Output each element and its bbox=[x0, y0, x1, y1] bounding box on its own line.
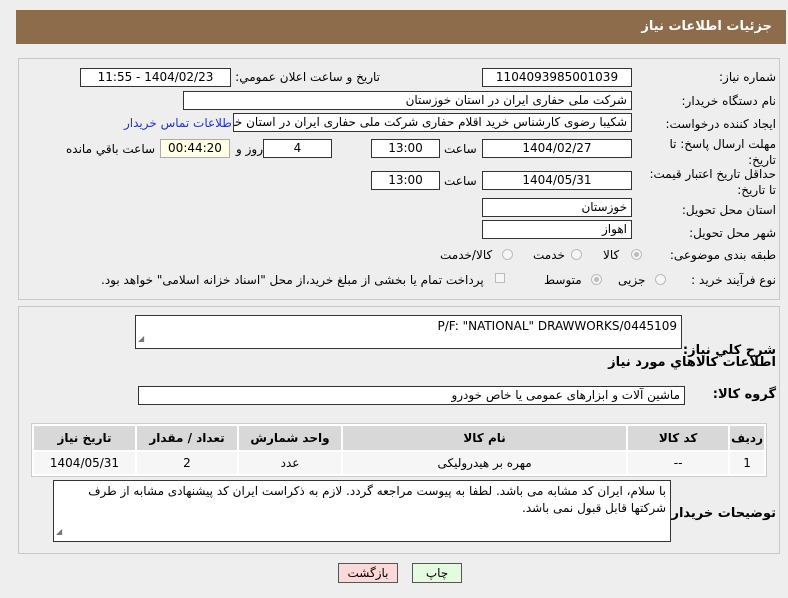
category-option-service: خدمت bbox=[533, 248, 565, 262]
days-label: روز و bbox=[236, 142, 263, 156]
process-label: نوع فرآیند خرید : bbox=[691, 273, 776, 287]
city-label: شهر محل تحویل: bbox=[689, 226, 776, 240]
category-option-both: کالا/خدمت bbox=[440, 248, 493, 262]
process-option-medium: متوسط bbox=[544, 273, 582, 287]
page-title: جزئیات اطلاعات نیاز bbox=[641, 19, 772, 34]
treasury-checkbox[interactable] bbox=[495, 273, 505, 283]
process-radio-minor[interactable] bbox=[655, 274, 666, 285]
print-button[interactable]: چاپ bbox=[412, 563, 462, 583]
description-textarea[interactable]: P/F: "NATIONAL" DRAWWORKS/0445109 ◢ bbox=[135, 315, 682, 349]
category-option-goods: کالا bbox=[603, 248, 620, 262]
deadline-label: مهلت ارسال پاسخ: تا تاریخ: bbox=[669, 137, 776, 167]
buyer-notes-text: با سلام، ایران کد مشابه می باشد. لطفا به… bbox=[88, 484, 666, 515]
goods-section-title: اطلاعات كالاهاي مورد نياز bbox=[608, 355, 776, 370]
validity-time-label: ساعت bbox=[444, 174, 477, 188]
need-number-field[interactable]: 1104093985001039 bbox=[482, 68, 632, 87]
goods-group-field[interactable]: ماشین آلات و ابزارهای عمومی یا خاص خودرو bbox=[138, 386, 685, 405]
goods-group-label: گروه کالا: bbox=[712, 387, 776, 402]
resize-grip-icon[interactable]: ◢ bbox=[138, 330, 144, 347]
col-name: نام کالا bbox=[343, 426, 627, 450]
process-option-minor: جزیی bbox=[618, 273, 646, 287]
creator-field[interactable]: شکیبا رضوی کارشناس خرید اقلام حفاری شرکت… bbox=[233, 113, 632, 132]
col-row: ردیف bbox=[730, 426, 764, 450]
deadline-time-field[interactable]: 13:00 bbox=[371, 139, 440, 158]
remaining-label: ساعت باقي مانده bbox=[66, 142, 156, 156]
city-field[interactable]: اهواز bbox=[482, 220, 632, 239]
cell-date: 1404/05/31 bbox=[34, 452, 135, 474]
goods-table: ردیف کد کالا نام کالا واحد شمارش تعداد /… bbox=[31, 423, 767, 477]
deadline-date-field[interactable]: 1404/02/27 bbox=[482, 139, 632, 158]
buyer-notes-label: توضیحات خریدار: bbox=[666, 506, 776, 521]
category-radio-goods[interactable] bbox=[631, 249, 642, 260]
resize-grip-icon[interactable]: ◢ bbox=[56, 523, 62, 540]
cell-unit: عدد bbox=[239, 452, 341, 474]
buyer-contact-link[interactable]: اطلاعات تماس خریدار bbox=[124, 116, 235, 130]
description-text: P/F: "NATIONAL" DRAWWORKS/0445109 bbox=[437, 319, 677, 333]
need-number-label: شماره نیاز: bbox=[719, 70, 776, 84]
creator-label: ایجاد کننده درخواست: bbox=[665, 117, 776, 131]
days-field[interactable]: 4 bbox=[263, 139, 332, 158]
col-unit: واحد شمارش bbox=[239, 426, 341, 450]
province-field[interactable]: خوزستان bbox=[482, 198, 632, 217]
table-row: 1 -- مهره بر هیدرولیکی عدد 2 1404/05/31 bbox=[34, 452, 764, 474]
buyer-org-field[interactable]: شرکت ملی حفاری ایران در استان خوزستان bbox=[183, 91, 632, 110]
province-label: استان محل تحویل: bbox=[681, 203, 776, 217]
validity-date-field[interactable]: 1404/05/31 bbox=[482, 171, 632, 190]
col-code: کد کالا bbox=[628, 426, 729, 450]
category-label: طبقه بندی موضوعی: bbox=[669, 248, 776, 262]
cell-qty: 2 bbox=[137, 452, 237, 474]
page-header: جزئیات اطلاعات نیاز bbox=[16, 10, 786, 44]
cell-code: -- bbox=[628, 452, 729, 474]
buyer-notes-textarea[interactable]: با سلام، ایران کد مشابه می باشد. لطفا به… bbox=[53, 480, 671, 542]
cell-name: مهره بر هیدرولیکی bbox=[343, 452, 627, 474]
process-radio-medium[interactable] bbox=[591, 274, 602, 285]
announce-field[interactable]: 1404/02/23 - 11:55 bbox=[80, 68, 231, 87]
deadline-time-label: ساعت bbox=[444, 142, 477, 156]
validity-label: حداقل تاریخ اعتبار قیمت: تا تاریخ: bbox=[649, 167, 776, 197]
col-date: تاریخ نیاز bbox=[34, 426, 135, 450]
cell-row: 1 bbox=[730, 452, 764, 474]
buyer-org-label: نام دستگاه خریدار: bbox=[681, 94, 777, 108]
category-radio-both[interactable] bbox=[502, 249, 513, 260]
col-qty: تعداد / مقدار bbox=[137, 426, 237, 450]
table-header-row: ردیف کد کالا نام کالا واحد شمارش تعداد /… bbox=[34, 426, 764, 450]
category-radio-service[interactable] bbox=[571, 249, 582, 260]
announce-label: تاریخ و ساعت اعلان عمومي: bbox=[235, 70, 380, 84]
back-button[interactable]: بازگشت bbox=[338, 563, 398, 583]
validity-time-field[interactable]: 13:00 bbox=[371, 171, 440, 190]
treasury-note: پرداخت تمام یا بخشی از مبلغ خرید،از محل … bbox=[101, 273, 484, 287]
remaining-time-field: 00:44:20 bbox=[160, 139, 230, 158]
